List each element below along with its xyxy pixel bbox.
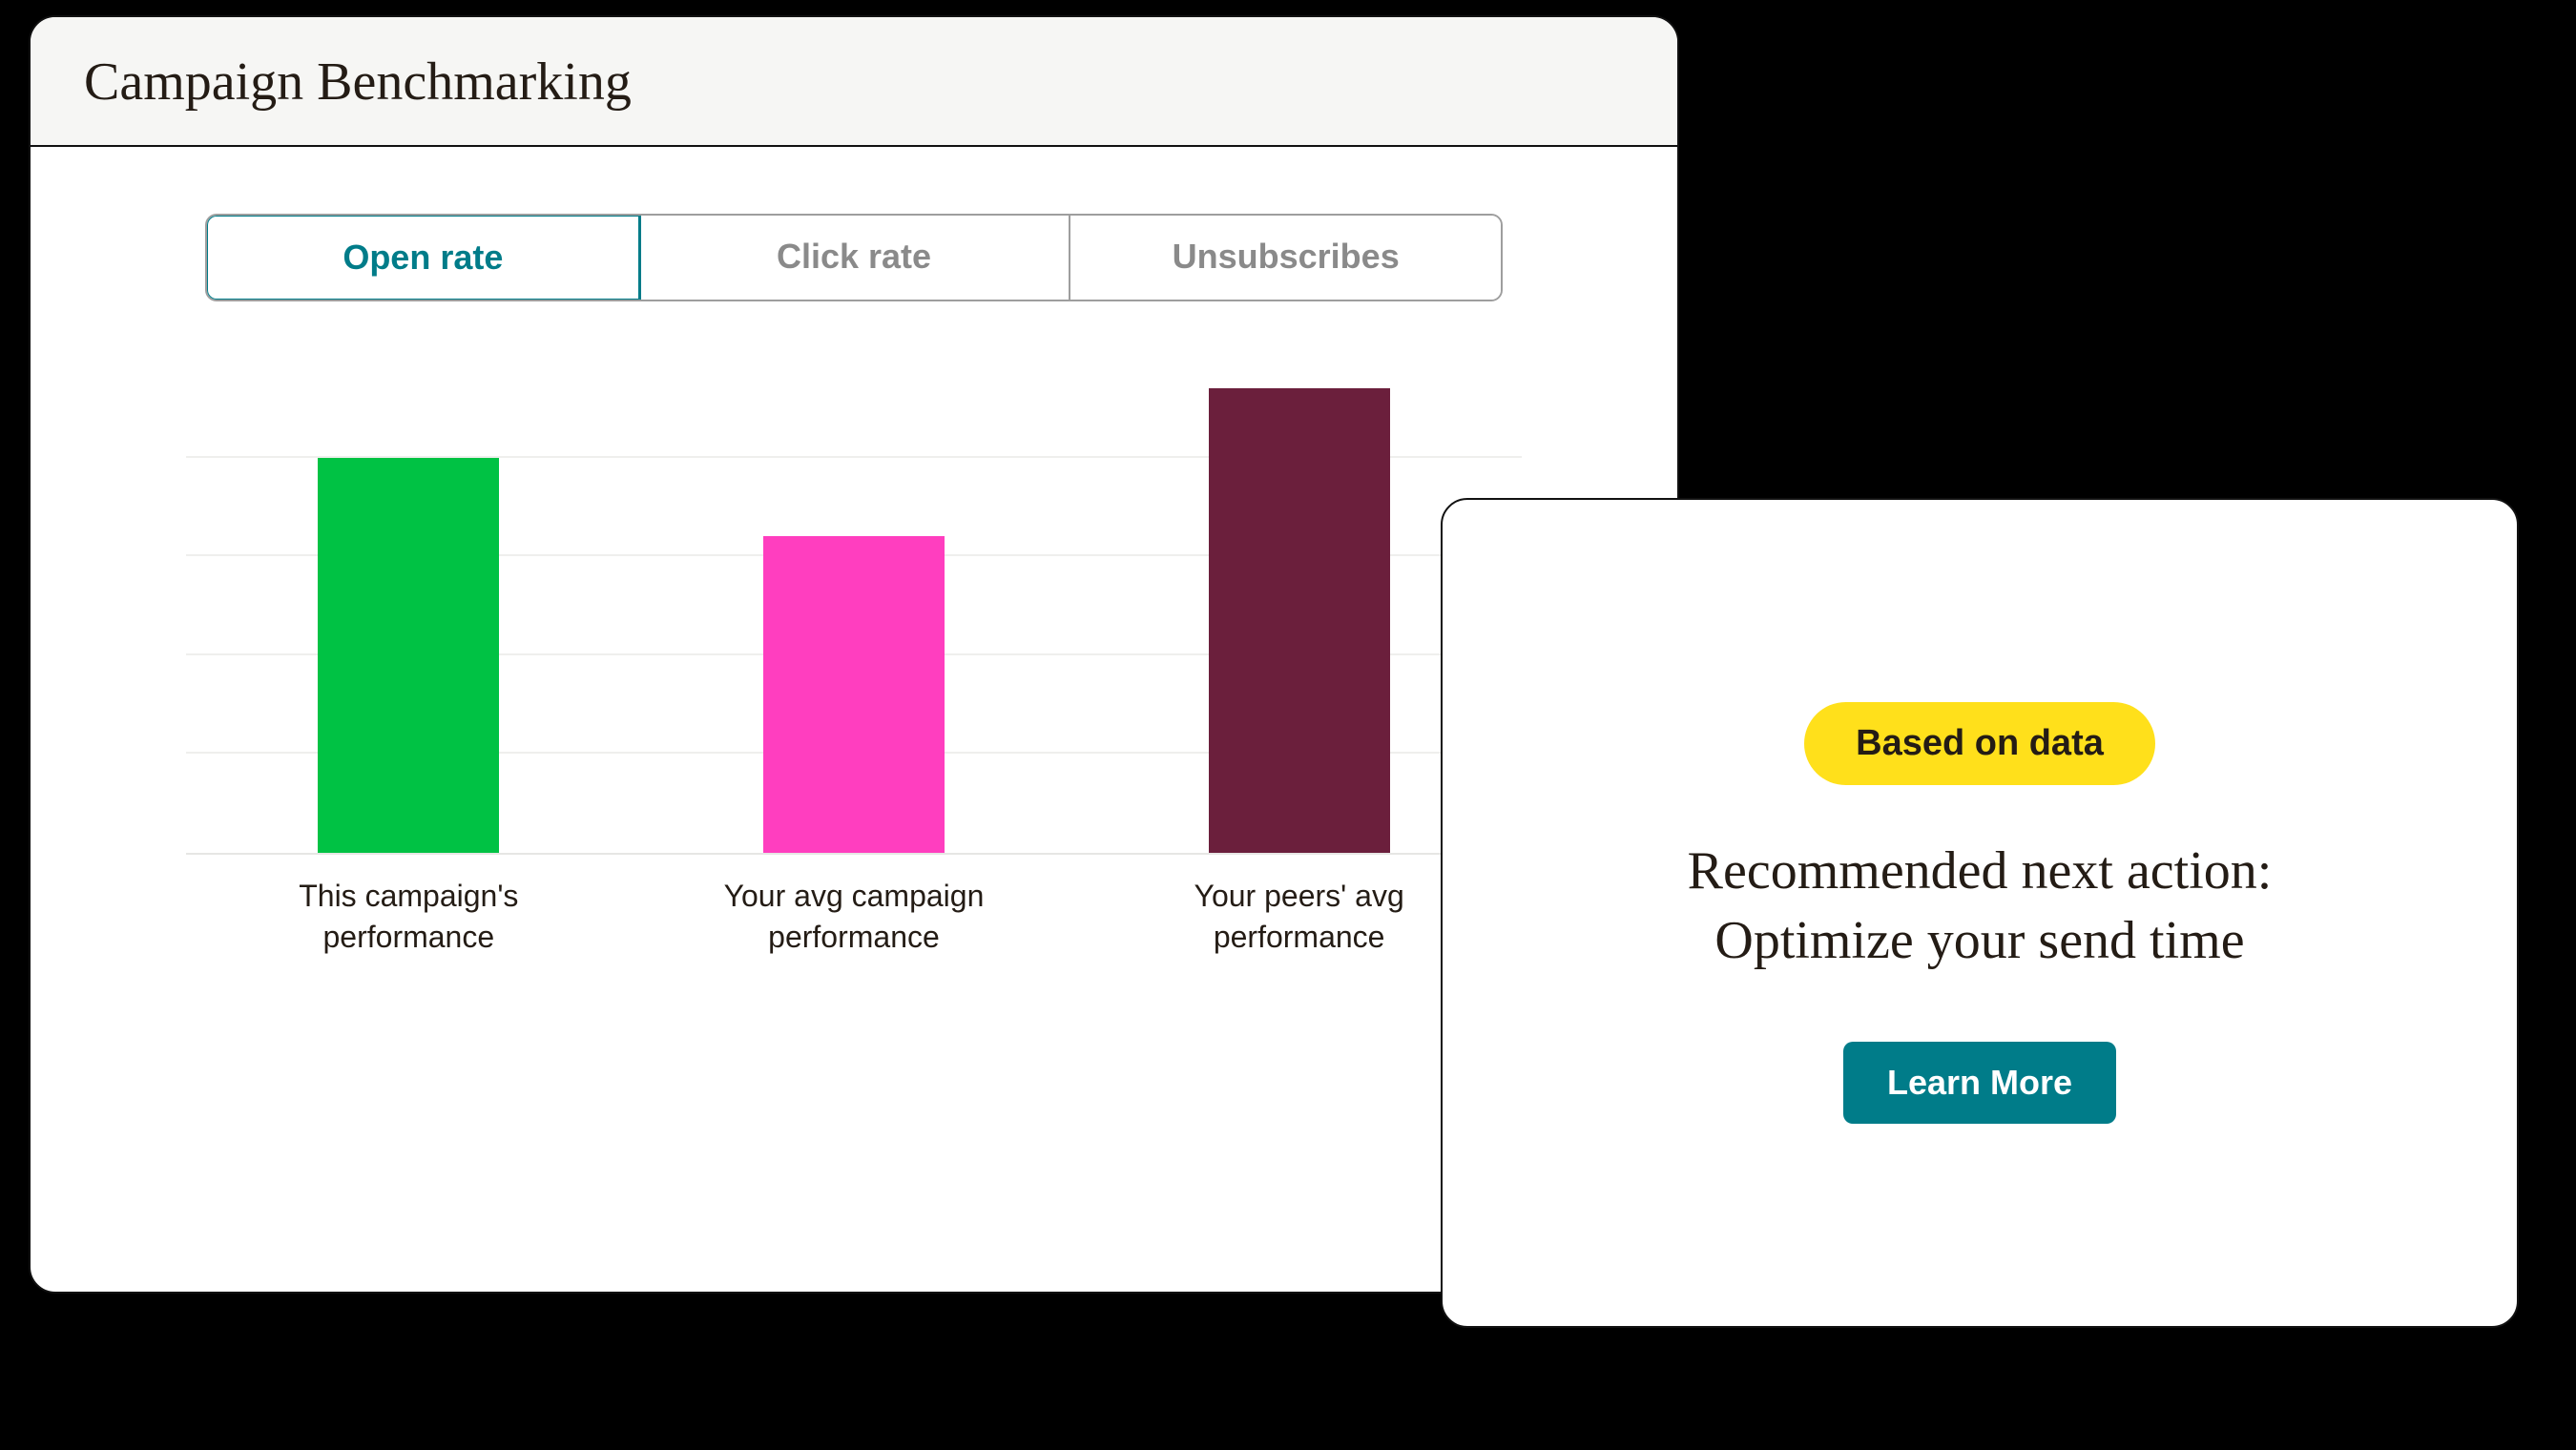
tab-click-rate[interactable]: Click rate: [639, 216, 1071, 300]
recommendation-text: Recommended next action: Optimize your s…: [1688, 837, 2273, 976]
metric-tabs: Open rate Click rate Unsubscribes: [205, 214, 1503, 301]
recommendation-card: Based on data Recommended next action: O…: [1441, 498, 2519, 1328]
benchmarking-panel: Campaign Benchmarking Open rate Click ra…: [29, 15, 1679, 1294]
recommendation-line2: Optimize your send time: [1714, 911, 2244, 970]
tab-open-rate[interactable]: Open rate: [205, 214, 641, 301]
chart-category-label: This campaign's performance: [237, 876, 580, 958]
recommendation-line1: Recommended next action:: [1688, 841, 2273, 901]
chart-category-label: Your peers' avg performance: [1128, 876, 1471, 958]
chart-bar: [763, 536, 945, 853]
panel-body: Open rate Click rate Unsubscribes This c…: [31, 147, 1677, 996]
chart-labels: This campaign's performance Your avg camp…: [186, 876, 1522, 958]
recommendation-badge: Based on data: [1804, 702, 2155, 785]
learn-more-button[interactable]: Learn More: [1843, 1042, 2116, 1124]
tab-unsubscribes[interactable]: Unsubscribes: [1070, 216, 1501, 300]
chart-bars: [186, 359, 1522, 853]
bar-chart: [186, 359, 1522, 855]
chart-category-label: Your avg campaign performance: [682, 876, 1026, 958]
chart-bar: [1209, 388, 1390, 853]
chart-bar: [318, 458, 499, 853]
panel-title: Campaign Benchmarking: [84, 52, 1624, 113]
panel-header: Campaign Benchmarking: [31, 17, 1677, 147]
chart-container: This campaign's performance Your avg camp…: [186, 359, 1522, 958]
